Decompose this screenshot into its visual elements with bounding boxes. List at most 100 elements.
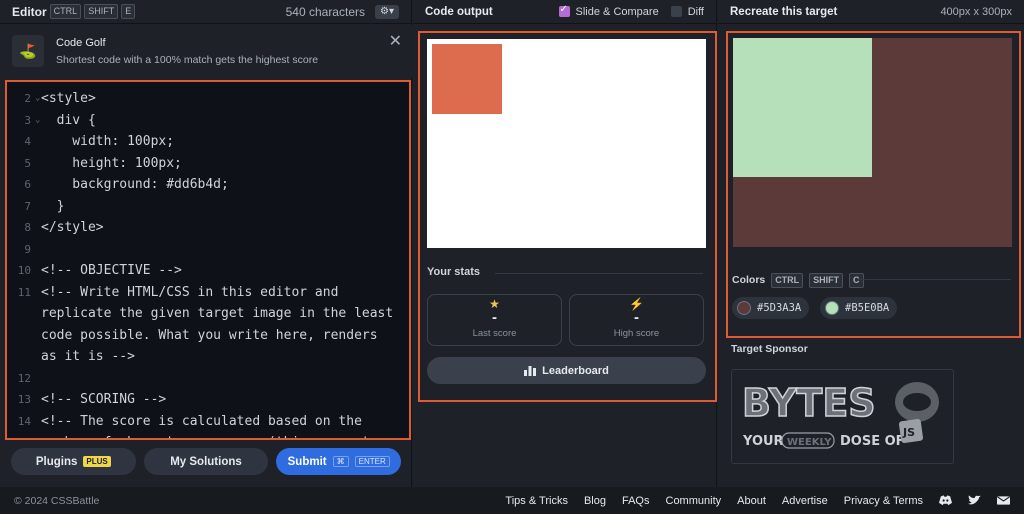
code-line: 10 <!-- OBJECTIVE --> bbox=[7, 260, 409, 282]
line-number bbox=[7, 325, 35, 347]
output-panel: Code output Slide & Compare Diff Your st… bbox=[413, 0, 717, 487]
target-box: Colors CTRL SHIFT C #5D3A3A #B5E0BA bbox=[726, 31, 1021, 338]
colors-heading: Colors CTRL SHIFT C bbox=[732, 273, 864, 288]
line-number: 8 bbox=[24, 221, 31, 234]
leaderboard-button[interactable]: Leaderboard bbox=[427, 357, 706, 384]
submit-button[interactable]: Submit ⌘ ENTER bbox=[276, 448, 402, 475]
sponsor-title: Target Sponsor bbox=[731, 343, 808, 355]
my-solutions-button[interactable]: My Solutions bbox=[143, 448, 269, 475]
fold-chevron-icon[interactable] bbox=[35, 239, 41, 261]
character-count: 540 characters bbox=[285, 4, 365, 19]
code-text: code possible. What you write here, rend… bbox=[41, 327, 378, 343]
golf-flag-icon: ⛳ bbox=[12, 35, 44, 67]
code-line: 14 <!-- The score is calculated based on … bbox=[7, 411, 409, 433]
footer-link-about[interactable]: About bbox=[737, 495, 766, 507]
code-line: 3 ⌄ div { bbox=[7, 110, 409, 132]
line-number: 6 bbox=[24, 178, 31, 191]
code-text: number of characters you use (this comme… bbox=[41, 432, 370, 438]
plugins-button[interactable]: Plugins PLUS bbox=[11, 448, 136, 475]
code-text: <!-- SCORING --> bbox=[41, 392, 167, 407]
color-swatch bbox=[825, 301, 839, 315]
target-panel: Recreate this target 400px x 300px Color… bbox=[718, 0, 1024, 487]
footer-links: Tips & Tricks Blog FAQs Community About … bbox=[505, 495, 1010, 507]
code-line: 11 <!-- Write HTML/CSS in this editor and bbox=[7, 282, 409, 304]
output-header: Code output Slide & Compare Diff bbox=[413, 0, 716, 24]
divider bbox=[495, 273, 703, 274]
line-number bbox=[7, 346, 35, 368]
code-line: 6 background: #dd6b4d; bbox=[7, 174, 409, 196]
footer-link-tips[interactable]: Tips & Tricks bbox=[505, 495, 568, 507]
svg-text:BYTES: BYTES bbox=[742, 381, 876, 425]
code-line: 5 height: 100px; bbox=[7, 153, 409, 175]
golf-title: Code Golf bbox=[56, 37, 106, 49]
high-score-label: High score bbox=[613, 328, 660, 339]
output-box: Your stats ★ - Last score ⚡ - High score… bbox=[418, 31, 717, 402]
settings-gear-icon[interactable]: ⚙▾ bbox=[375, 4, 399, 19]
fold-chevron-icon[interactable] bbox=[35, 368, 41, 390]
bytes-logo: BYTES YOUR WEEKLY DOSE OF JS bbox=[741, 380, 939, 449]
code-text: </style> bbox=[41, 220, 104, 235]
line-number: 4 bbox=[24, 135, 31, 148]
copyright: © 2024 CSSBattle bbox=[14, 494, 100, 507]
mail-icon[interactable] bbox=[997, 495, 1010, 506]
kbd-enter: ENTER bbox=[354, 456, 390, 467]
code-text: width: 100px; bbox=[41, 134, 175, 149]
diff-label: Diff bbox=[687, 5, 704, 18]
golf-subtitle: Shortest code with a 100% match gets the… bbox=[56, 54, 319, 66]
code-text: <!-- The score is calculated based on th… bbox=[41, 413, 362, 429]
line-number: 11 bbox=[17, 285, 31, 299]
output-canvas[interactable] bbox=[427, 39, 706, 248]
leaderboard-label: Leaderboard bbox=[542, 364, 609, 377]
line-number bbox=[7, 432, 35, 438]
footer-link-advertise[interactable]: Advertise bbox=[782, 495, 828, 507]
target-dimensions: 400px x 300px bbox=[940, 5, 1012, 18]
diff-toggle[interactable]: Diff bbox=[670, 5, 704, 18]
colors-title: Colors bbox=[732, 274, 766, 286]
twitter-icon[interactable] bbox=[968, 495, 981, 506]
code-line: number of characters you use (this comme… bbox=[7, 432, 409, 438]
code-line: 4 width: 100px; bbox=[7, 131, 409, 153]
kbd-e: E bbox=[121, 4, 136, 19]
color-chip[interactable]: #B5E0BA bbox=[820, 297, 898, 319]
high-score-card: ⚡ - High score bbox=[569, 294, 704, 346]
bar-chart-icon bbox=[524, 366, 537, 376]
code-text: <!-- OBJECTIVE --> bbox=[41, 263, 182, 278]
kbd-shift: SHIFT bbox=[84, 4, 119, 19]
svg-text:JS: JS bbox=[902, 426, 915, 439]
stats-title: Your stats bbox=[427, 266, 480, 278]
color-chip[interactable]: #5D3A3A bbox=[732, 297, 810, 319]
target-shape bbox=[733, 38, 872, 177]
code-text: background: #dd6b4d; bbox=[41, 177, 229, 192]
kbd-cmd: ⌘ bbox=[332, 456, 349, 467]
code-editor[interactable]: 2 ⌄ <style> 3 ⌄ div {4 width: 100px; 5 height… bbox=[5, 80, 411, 440]
footer-link-community[interactable]: Community bbox=[666, 495, 722, 507]
target-title: Recreate this target bbox=[730, 5, 838, 18]
code-text: div { bbox=[41, 112, 96, 128]
code-line: replicate the given target image in the … bbox=[7, 303, 409, 325]
close-icon[interactable]: ✕ bbox=[389, 31, 402, 51]
code-line: 12 bbox=[7, 368, 409, 390]
editor-header: Editor CTRL SHIFT E 540 characters ⚙▾ bbox=[0, 0, 411, 24]
footer-link-faqs[interactable]: FAQs bbox=[622, 495, 650, 507]
slide-compare-toggle[interactable]: Slide & Compare bbox=[558, 4, 659, 18]
code-text: as it is --> bbox=[41, 349, 135, 364]
footer-link-blog[interactable]: Blog bbox=[584, 495, 606, 507]
slide-compare-label: Slide & Compare bbox=[575, 5, 659, 18]
sponsor-banner[interactable]: BYTES YOUR WEEKLY DOSE OF JS bbox=[731, 369, 954, 464]
output-title: Code output bbox=[425, 5, 493, 18]
plugins-label: Plugins bbox=[35, 455, 78, 468]
discord-icon[interactable] bbox=[939, 495, 952, 506]
footer: © 2024 CSSBattle Tips & Tricks Blog FAQs… bbox=[0, 487, 1024, 514]
code-line: 7 } bbox=[7, 196, 409, 218]
code-line: code possible. What you write here, rend… bbox=[7, 325, 409, 347]
checkbox-unchecked-icon[interactable] bbox=[670, 6, 682, 18]
color-swatch bbox=[737, 301, 751, 315]
plus-badge: PLUS bbox=[83, 456, 111, 467]
kbd-ctrl: CTRL bbox=[49, 4, 82, 19]
checkbox-checked-icon[interactable] bbox=[558, 4, 570, 18]
footer-link-privacy[interactable]: Privacy & Terms bbox=[844, 495, 923, 507]
code-text: <!-- Write HTML/CSS in this editor and bbox=[41, 284, 339, 300]
high-score-value: - bbox=[634, 309, 639, 326]
divider bbox=[858, 279, 1011, 280]
submit-label: Submit bbox=[287, 455, 327, 468]
